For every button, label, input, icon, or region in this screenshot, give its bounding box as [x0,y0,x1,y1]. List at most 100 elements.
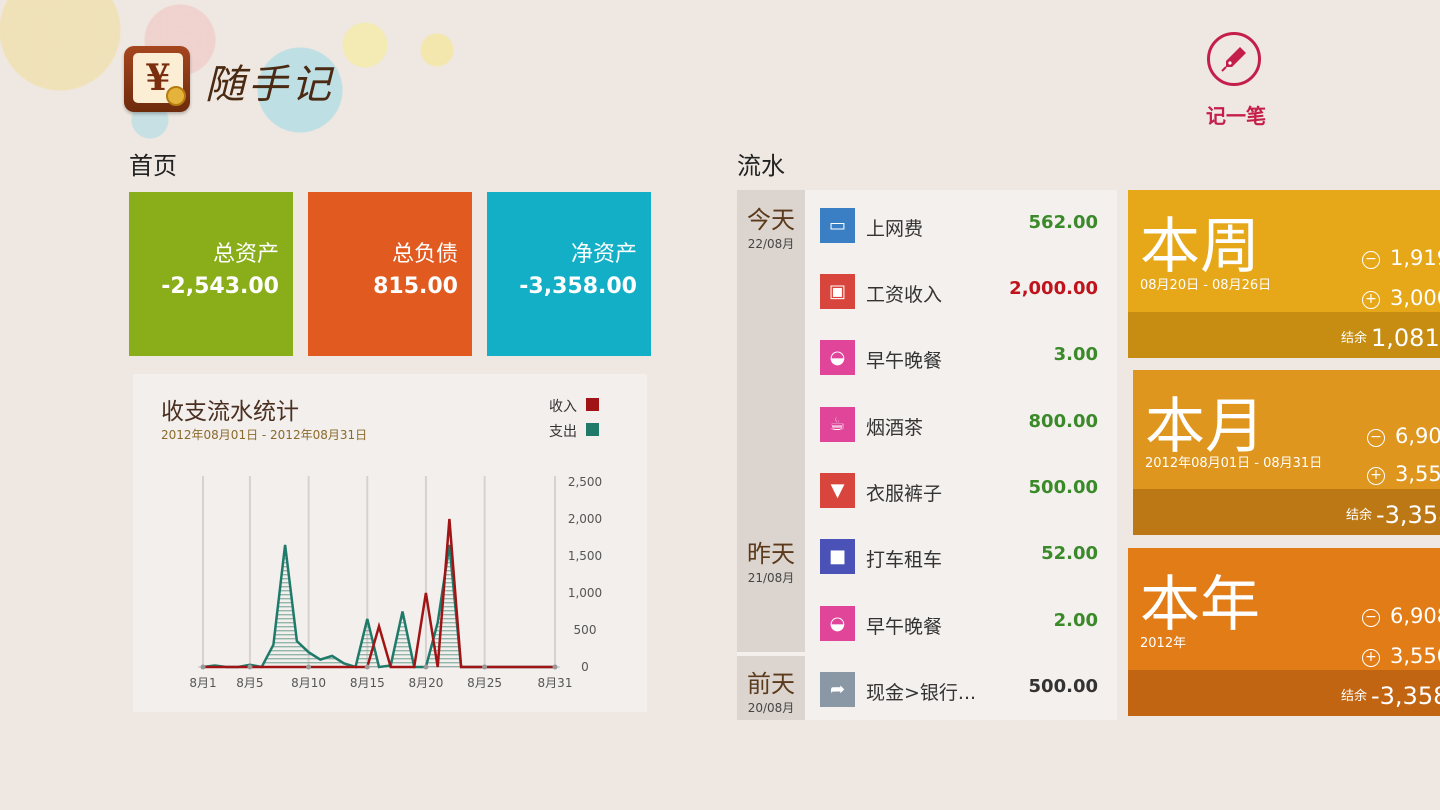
point-marker [552,664,558,670]
flow-list-item[interactable]: ◒ 早午晚餐 2.00 [820,606,1116,642]
item-amount: 500.00 [1028,676,1098,697]
point-marker [423,664,429,670]
tile-value: -2,543.00 [161,274,279,299]
flow-list-item[interactable]: ▭ 上网费 562.00 [820,208,1116,244]
net-assets-tile[interactable]: 净资产 -3,358.00 [487,192,651,356]
expense-area [203,544,555,667]
taxi-icon: ■ [820,539,855,574]
x-tick-label: 8月31 [538,676,573,690]
summary-title: 本年 [1140,570,1260,640]
day-name: 今天 [747,206,795,234]
summary-balance-bar: 结余 -3,358. [1128,670,1440,716]
total-liabilities-tile[interactable]: 总负债 815.00 [308,192,472,356]
total-assets-tile[interactable]: 总资产 -2,543.00 [129,192,293,356]
day-date: 22/08月 [747,237,795,251]
coin-icon [166,86,186,106]
day-header-today: 今天 22/08月 [737,190,805,530]
flow-list-item[interactable]: ■ 打车租车 52.00 [820,539,1116,575]
add-record-label[interactable]: 记一笔 [1198,100,1274,129]
balance-label: 结余 [1346,508,1373,523]
item-amount: 800.00 [1028,411,1098,432]
tile-value: 815.00 [373,274,458,299]
summary-balance-bar: 结余 -3,358. [1133,489,1440,535]
y-tick-label: 2,000 [568,512,602,526]
minus-circle-icon: − [1367,429,1385,447]
pen-icon [1221,47,1246,72]
summary-expense: −6,908 [1367,424,1440,448]
item-amount: 2,000.00 [1009,278,1098,299]
summary-income-value: 3,000 [1390,286,1440,310]
x-tick-label: 8月20 [408,676,443,690]
minus-circle-icon: − [1362,609,1380,627]
item-category: 打车租车 [866,549,943,571]
summary-range: 08月20日 - 08月26日 [1140,278,1272,293]
income-series-line [203,518,555,669]
summary-income: +3,550 [1362,644,1440,668]
flow-list-item[interactable]: ▼ 衣服裤子 500.00 [820,473,1116,509]
flow-list-item[interactable]: ☕ 烟酒茶 800.00 [820,407,1116,443]
x-tick-label: 8月15 [350,676,385,690]
summary-range: 2012年08月01日 - 08月31日 [1145,456,1323,471]
flow-title: 流水 [737,152,785,180]
cup-icon: ☕ [820,407,855,442]
x-tick-label: 8月5 [236,676,263,690]
tile-label: 总资产 [212,242,279,267]
tile-label: 总负债 [391,242,458,267]
point-marker [200,664,206,670]
summary-income-value: 3,550 [1395,462,1440,486]
summary-income: +3,550 [1367,462,1440,486]
line-chart: 8月1 8月5 8月10 8月15 8月20 8月25 8月31 0 500 1,000 1,500… [189,475,602,690]
item-category: 现金>银行... [866,682,977,704]
year-summary-card[interactable]: 本年 2012年 −6,908 +3,550 结余 -3,358. [1128,548,1440,716]
minus-circle-icon: − [1362,251,1380,269]
item-amount: 500.00 [1028,477,1098,498]
day-name: 前天 [747,670,795,698]
day-header-day-before: 前天 20/08月 [737,656,805,720]
x-tick-label: 8月1 [189,676,216,690]
x-tick-label: 8月25 [467,676,502,690]
summary-balance-bar: 结余 1,081. [1128,312,1440,358]
y-tick-label: 500 [574,623,597,637]
balance-label: 结余 [1341,331,1368,346]
summary-expense: −1,919 [1362,246,1440,270]
point-marker [306,664,312,670]
home-title: 首页 [129,152,177,180]
bowl-icon: ◒ [820,606,855,641]
item-amount: 562.00 [1028,212,1098,233]
item-amount: 2.00 [1053,610,1098,631]
item-amount: 52.00 [1041,543,1098,564]
day-date: 20/08月 [747,701,795,715]
balance-value: 1,081. [1371,324,1440,352]
item-amount: 3.00 [1053,344,1098,365]
point-marker [247,664,253,670]
item-category: 早午晚餐 [866,616,943,638]
shirt-icon: ▼ [820,473,855,508]
add-record-button[interactable] [1207,32,1261,86]
stats-chart-card[interactable]: 收支流水统计 2012年08月01日 - 2012年08月31日 收入 支出 8… [133,374,647,712]
item-category: 早午晚餐 [866,350,943,372]
week-summary-card[interactable]: 本周 08月20日 - 08月26日 −1,919 +3,000 结余 1,08… [1128,190,1440,358]
transfer-arrow-icon: ➦ [820,672,855,707]
summary-expense-value: 6,908 [1395,424,1440,448]
point-marker [482,664,488,670]
y-tick-label: 2,500 [568,475,602,489]
summary-expense: −6,908 [1362,604,1440,628]
tile-label: 净资产 [570,242,637,267]
summary-expense-value: 6,908 [1390,604,1440,628]
y-tick-label: 1,000 [568,586,602,600]
bowl-icon: ◒ [820,340,855,375]
summary-range: 2012年 [1140,636,1187,651]
flow-list-item[interactable]: ➦ 现金>银行... 500.00 [820,672,1116,708]
flow-list-item[interactable]: ◒ 早午晚餐 3.00 [820,340,1116,376]
summary-income-value: 3,550 [1390,644,1440,668]
item-category: 烟酒茶 [866,417,924,439]
item-category: 上网费 [866,218,924,240]
month-summary-card[interactable]: 本月 2012年08月01日 - 08月31日 −6,908 +3,550 结余… [1133,370,1440,535]
flow-list-item[interactable]: ▣ 工资收入 2,000.00 [820,274,1116,310]
app-title: 随手记 [205,62,334,108]
day-name: 昨天 [747,540,795,568]
wallet-icon: ▣ [820,274,855,309]
plus-circle-icon: + [1367,467,1385,485]
day-header-yesterday: 昨天 21/08月 [737,524,805,652]
x-tick-label: 8月10 [291,676,326,690]
